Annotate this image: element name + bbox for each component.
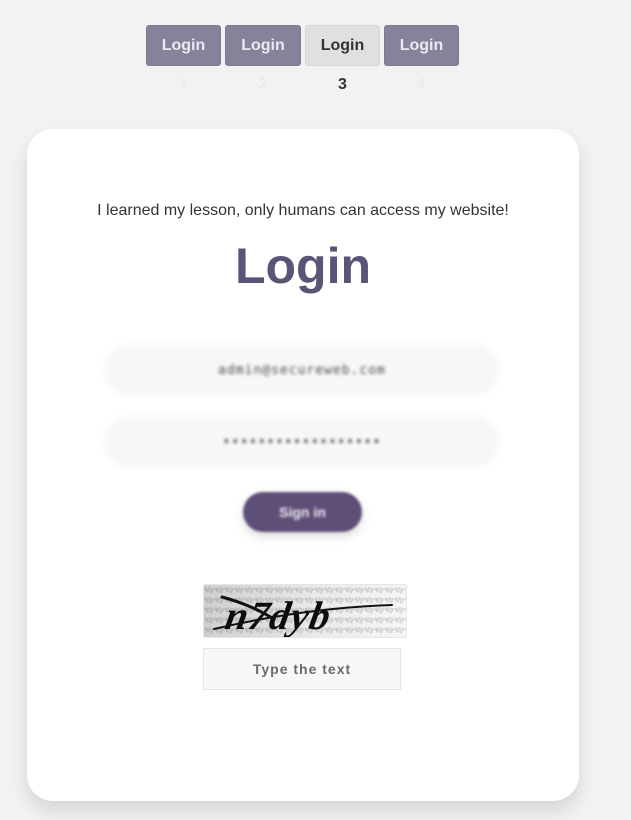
tab-login-1[interactable]: Login 1 — [146, 25, 221, 93]
sign-in-button[interactable]: Sign in — [243, 492, 362, 532]
login-card: I learned my lesson, only humans can acc… — [27, 129, 579, 801]
login-title: Login — [234, 238, 372, 294]
login-tabs: Login 1 Login 2 Login 3 Login 4 — [146, 25, 459, 93]
login-subtitle: I learned my lesson, only humans can acc… — [97, 202, 509, 219]
password-field[interactable]: •••••••••••••••••• — [107, 419, 497, 465]
password-value: •••••••••••••••••• — [222, 434, 382, 450]
email-value: admin@secureweb.com — [218, 362, 386, 378]
sign-in-label: Sign in — [279, 504, 326, 520]
tab-login-2[interactable]: Login 2 — [225, 25, 301, 93]
email-field[interactable]: admin@secureweb.com — [107, 347, 497, 393]
captcha-text: n7dyb — [222, 593, 335, 638]
captcha-input[interactable]: Type the text — [203, 648, 401, 690]
captcha-input-placeholder: Type the text — [252, 661, 352, 677]
captcha-image: n7dyb — [203, 584, 407, 638]
tab-login-3[interactable]: Login 3 — [305, 25, 380, 93]
tab-login-4[interactable]: Login 4 — [384, 25, 459, 93]
